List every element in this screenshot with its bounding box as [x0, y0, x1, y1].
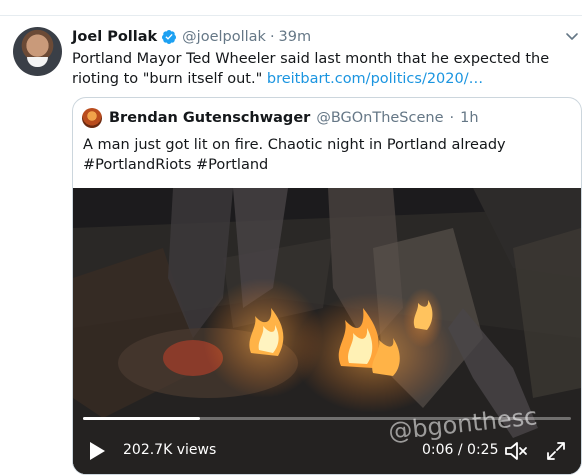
author-handle[interactable]: @joelpollak [182, 29, 266, 45]
quoted-text-line: A man just got lit on fire. Chaotic nigh… [83, 137, 506, 153]
article-link[interactable]: breitbart.com/politics/2020/… [267, 71, 483, 87]
view-count: 202.7K views [123, 442, 217, 458]
tweet-header: Joel Pollak @joelpollak · 39m [72, 27, 311, 47]
separator-dot: · [269, 29, 275, 45]
quoted-author-handle: @BGOnTheScene [316, 110, 444, 126]
video-player[interactable]: @bgonthesc 202.7K views 0:06 / 0:25 [73, 188, 581, 474]
timestamp[interactable]: 39m [279, 29, 312, 45]
quoted-tweet-text: A man just got lit on fire. Chaotic nigh… [83, 135, 573, 175]
verified-badge-icon [162, 30, 177, 44]
progress-bar[interactable] [83, 417, 571, 420]
fullscreen-icon[interactable] [545, 440, 567, 462]
divider [0, 15, 582, 16]
timecode: 0:06 / 0:25 [422, 442, 499, 458]
author-name[interactable]: Joel Pollak [72, 29, 157, 45]
volume-icon[interactable] [503, 440, 529, 462]
tweet-text: Portland Mayor Ted Wheeler said last mon… [72, 49, 572, 89]
chevron-down-icon[interactable] [564, 28, 580, 44]
quoted-tweet[interactable]: Brendan Gutenschwager @BGOnTheScene · 1h… [72, 97, 582, 475]
play-icon[interactable] [87, 440, 107, 462]
quoted-hashtags[interactable]: #PortlandRiots #Portland [83, 155, 573, 175]
quoted-avatar [82, 108, 102, 128]
quoted-author-name: Brendan Gutenschwager [109, 110, 311, 126]
quoted-tweet-header: Brendan Gutenschwager @BGOnTheScene · 1h [82, 108, 479, 128]
progress-fill [83, 417, 201, 420]
quoted-timestamp: 1h [460, 110, 479, 126]
quoted-separator-dot: · [449, 110, 455, 126]
avatar[interactable] [13, 27, 62, 76]
